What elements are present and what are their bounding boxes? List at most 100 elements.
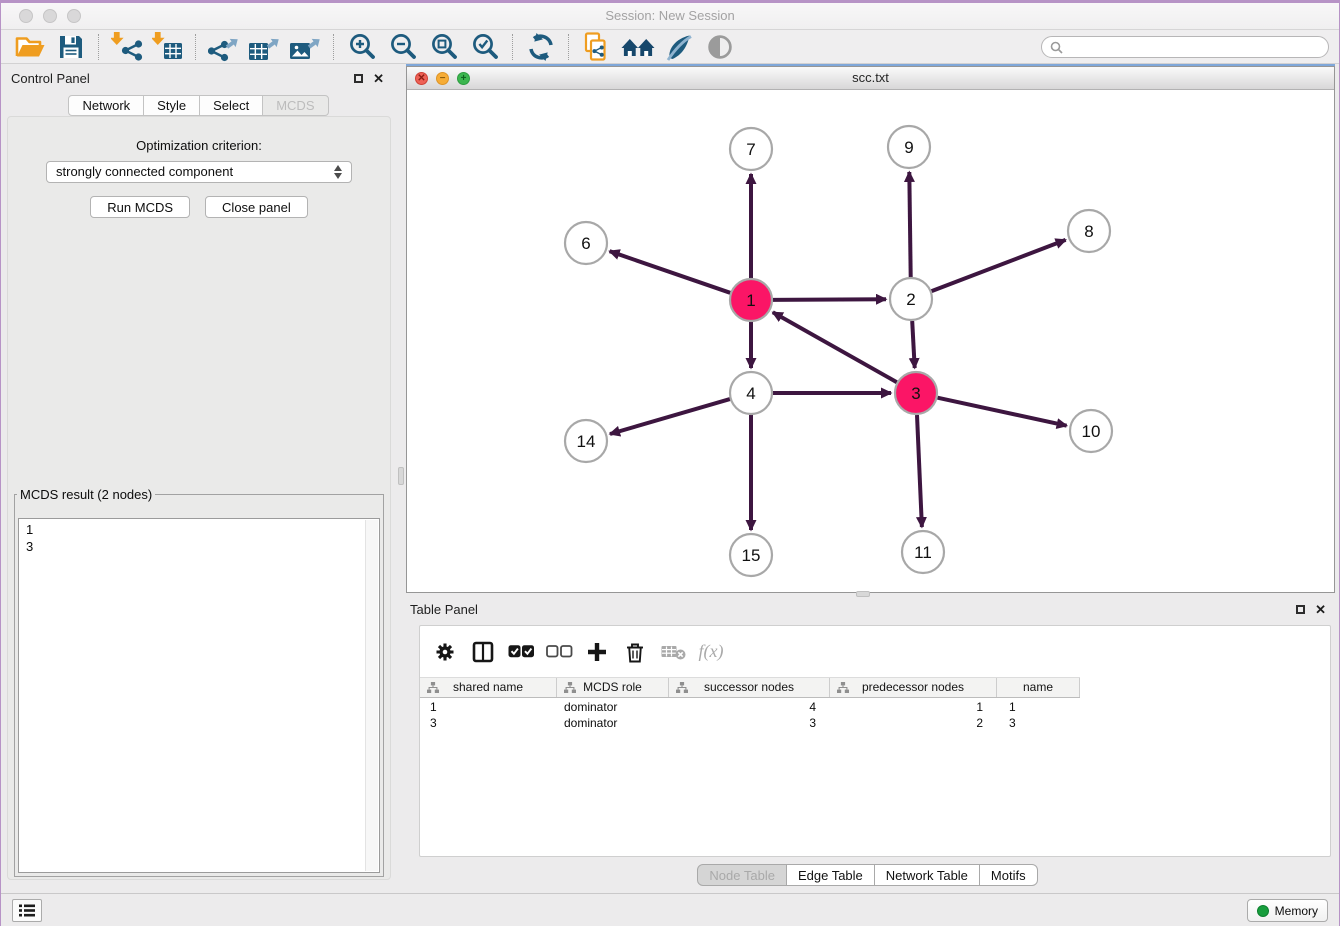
run-mcds-button[interactable]: Run MCDS	[90, 196, 190, 218]
graph-node-3[interactable]: 3	[895, 372, 937, 414]
style-brush-icon	[665, 33, 693, 61]
tab-select[interactable]: Select	[199, 95, 263, 116]
task-history-button[interactable]	[12, 899, 42, 922]
table-cell-shared-name[interactable]: 3	[420, 715, 557, 731]
gear-button[interactable]	[426, 634, 464, 670]
column-header-MCDS-role[interactable]: MCDS role	[557, 678, 669, 697]
graph-node-1[interactable]: 1	[730, 279, 772, 321]
network-minimize-button[interactable]: −	[436, 72, 449, 85]
zoom-in-icon	[347, 32, 377, 62]
graph-edge-3-1[interactable]	[773, 312, 897, 382]
select-all-columns-icon	[508, 644, 535, 659]
search-box[interactable]	[1041, 36, 1329, 58]
graph-node-8[interactable]: 8	[1068, 210, 1110, 252]
table-panel-close-icon[interactable]: ✕	[1315, 602, 1326, 618]
network-maximize-button[interactable]: +	[457, 72, 470, 85]
control-panel-tabs: NetworkStyleSelectMCDS	[1, 95, 396, 116]
table-panel-body: f(x) shared nameMCDS rolesuccessor nodes…	[419, 625, 1331, 857]
hide-eye-button[interactable]	[699, 32, 740, 62]
tab-network-table[interactable]: Network Table	[874, 864, 980, 886]
table-cell-name[interactable]: 3	[997, 715, 1080, 731]
graph-node-15[interactable]: 15	[730, 534, 772, 576]
table-cell-predecessor-nodes[interactable]: 1	[830, 699, 997, 715]
graph-node-7[interactable]: 7	[730, 128, 772, 170]
graph-edge-3-11[interactable]	[917, 415, 922, 527]
mcds-result-list[interactable]: 13	[18, 518, 380, 873]
optimization-criterion-label: Optimization criterion:	[8, 138, 390, 153]
export-table-button[interactable]	[244, 32, 285, 62]
zoom-fit-button[interactable]	[423, 32, 464, 62]
column-header-successor-nodes[interactable]: successor nodes	[669, 678, 830, 697]
export-network-button[interactable]	[203, 32, 244, 62]
mcds-result-title: MCDS result (2 nodes)	[17, 487, 155, 502]
split-columns-button[interactable]	[464, 634, 502, 670]
graph-node-2[interactable]: 2	[890, 278, 932, 320]
graph-edge-2-8[interactable]	[932, 240, 1066, 291]
memory-button[interactable]: Memory	[1247, 899, 1328, 922]
graph-node-4[interactable]: 4	[730, 372, 772, 414]
tab-mcds[interactable]: MCDS	[262, 95, 328, 116]
column-header-predecessor-nodes[interactable]: predecessor nodes	[830, 678, 997, 697]
zoom-in-button[interactable]	[341, 32, 382, 62]
graph-node-14[interactable]: 14	[565, 420, 607, 462]
minimize-window-button[interactable]	[43, 9, 57, 23]
home-button[interactable]	[617, 32, 658, 62]
zoom-out-button[interactable]	[382, 32, 423, 62]
deselect-all-columns-button[interactable]	[540, 634, 578, 670]
column-header-shared-name[interactable]: shared name	[420, 678, 557, 697]
graph-node-9[interactable]: 9	[888, 126, 930, 168]
tab-style[interactable]: Style	[143, 95, 200, 116]
float-panel-icon[interactable]	[354, 74, 363, 83]
close-window-button[interactable]	[19, 9, 33, 23]
tab-node-table[interactable]: Node Table	[697, 864, 787, 886]
clone-network-button[interactable]	[576, 32, 617, 62]
graph-node-6[interactable]: 6	[565, 222, 607, 264]
app-window: Session: New Session Control Panel ✕ Net…	[1, 3, 1339, 926]
tab-motifs[interactable]: Motifs	[979, 864, 1038, 886]
column-header-name[interactable]: name	[997, 678, 1080, 697]
add-column-button[interactable]	[578, 634, 616, 670]
table-row[interactable]: 3dominator323	[420, 715, 1330, 731]
zoom-selected-button[interactable]	[464, 32, 505, 62]
table-cell-predecessor-nodes[interactable]: 2	[830, 715, 997, 731]
window-title: Session: New Session	[1, 3, 1339, 29]
export-image-button[interactable]	[285, 32, 326, 62]
network-window: ✕ − + scc.txt 7 9 6 8 1 2 4 3 14 10 15 11	[406, 66, 1335, 593]
close-panel-button[interactable]: Close panel	[205, 196, 308, 218]
table-panel-float-icon[interactable]	[1296, 605, 1305, 614]
network-canvas[interactable]: 7 9 6 8 1 2 4 3 14 10 15 11	[407, 91, 1334, 592]
tab-edge-table[interactable]: Edge Table	[786, 864, 875, 886]
table-cell-successor-nodes[interactable]: 4	[669, 699, 830, 715]
graph-edge-1-2[interactable]	[773, 299, 886, 300]
style-brush-button[interactable]	[658, 32, 699, 62]
graph-edge-3-10[interactable]	[938, 398, 1067, 426]
save-session-button[interactable]	[50, 32, 91, 62]
graph-node-10[interactable]: 10	[1070, 410, 1112, 452]
refresh-button[interactable]	[520, 32, 561, 62]
import-table-button[interactable]	[147, 32, 188, 62]
graph-edge-2-3[interactable]	[912, 321, 915, 368]
graph-node-11[interactable]: 11	[902, 531, 944, 573]
result-scrollbar[interactable]	[365, 520, 378, 871]
network-window-titlebar[interactable]: ✕ − + scc.txt	[407, 67, 1334, 90]
table-cell-MCDS-role[interactable]: dominator	[557, 699, 669, 715]
graph-edge-1-6[interactable]	[610, 251, 731, 293]
table-cell-name[interactable]: 1	[997, 699, 1080, 715]
select-all-columns-button[interactable]	[502, 634, 540, 670]
table-row[interactable]: 1dominator411	[420, 699, 1330, 715]
graph-edge-2-9[interactable]	[909, 172, 910, 277]
import-network-button[interactable]	[106, 32, 147, 62]
table-cell-successor-nodes[interactable]: 3	[669, 715, 830, 731]
search-input[interactable]	[1068, 38, 1328, 56]
open-session-button[interactable]	[9, 32, 50, 62]
delete-column-button[interactable]	[616, 634, 654, 670]
criterion-select[interactable]: strongly connected component	[46, 161, 352, 183]
network-close-button[interactable]: ✕	[415, 72, 428, 85]
graph-edge-4-14[interactable]	[610, 399, 730, 434]
table-cell-shared-name[interactable]: 1	[420, 699, 557, 715]
tab-network[interactable]: Network	[68, 95, 144, 116]
zoom-window-button[interactable]	[67, 9, 81, 23]
close-panel-icon[interactable]: ✕	[373, 71, 384, 87]
right-region: ✕ − + scc.txt 7968124314101511 Table Pan…	[396, 64, 1339, 893]
table-cell-MCDS-role[interactable]: dominator	[557, 715, 669, 731]
